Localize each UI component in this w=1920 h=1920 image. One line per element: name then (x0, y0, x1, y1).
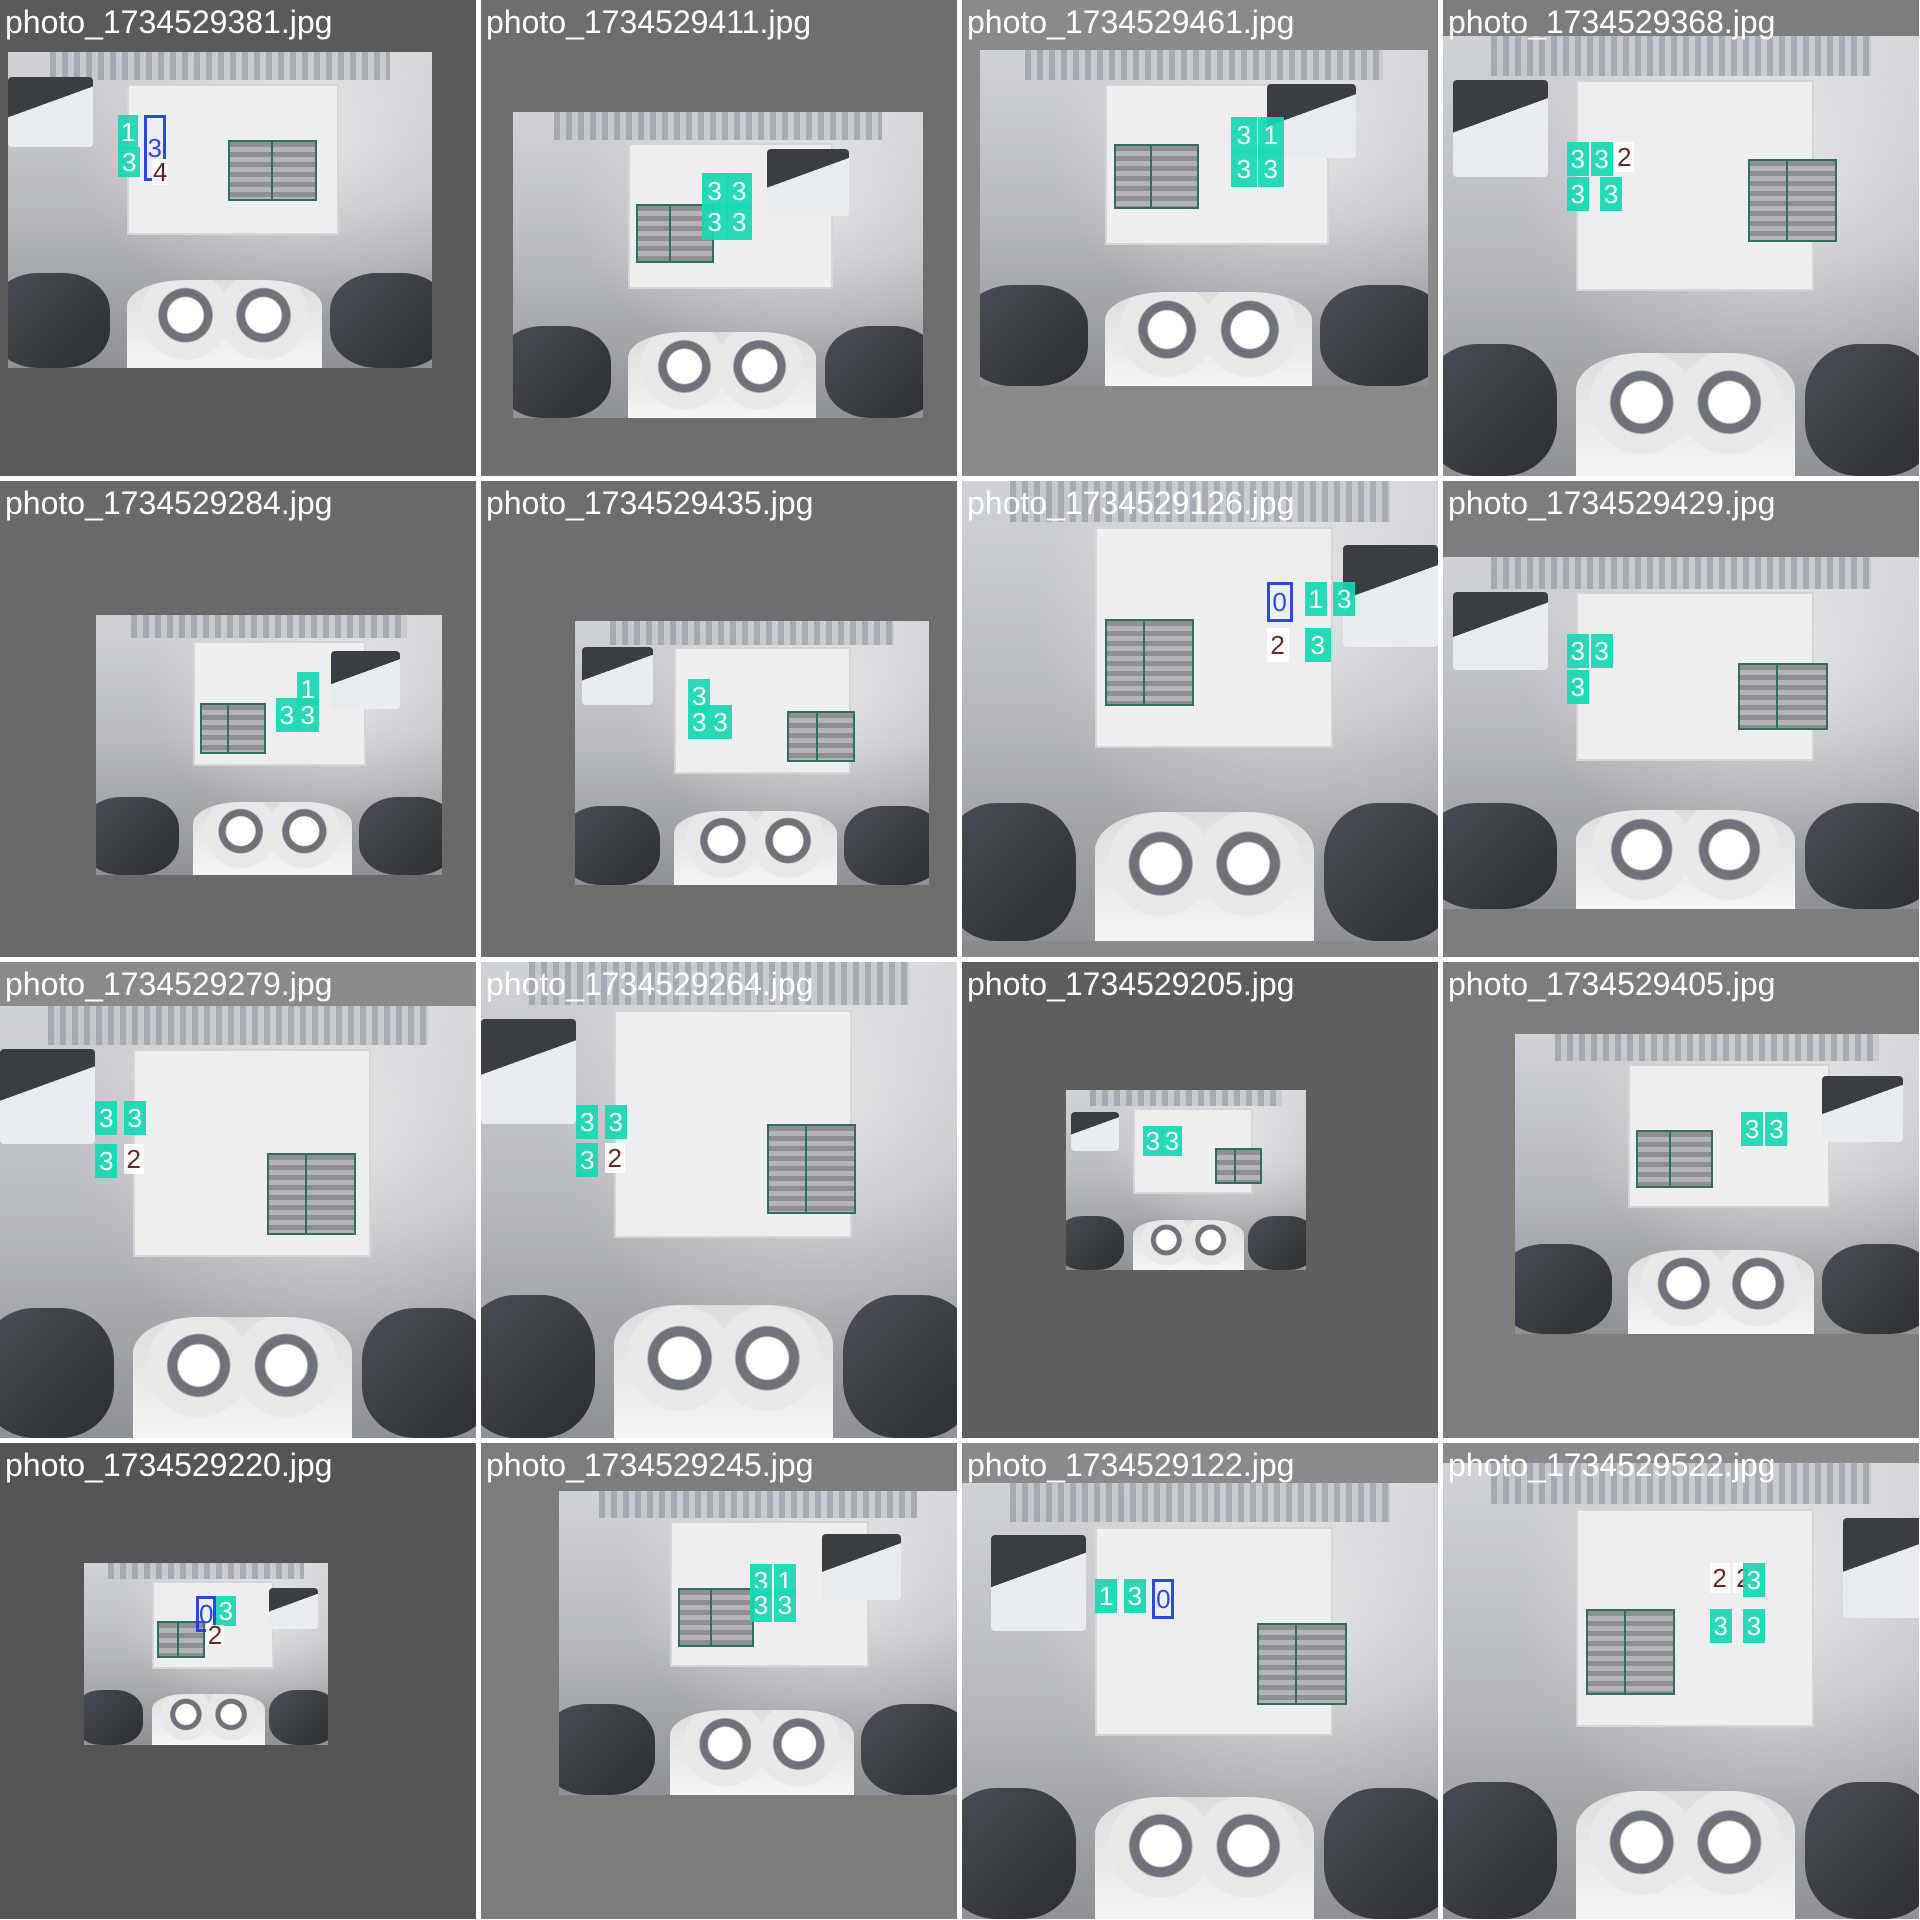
detection-box: 1 (118, 115, 139, 150)
detection-box: 3 (1590, 141, 1613, 176)
detection-box: 4 (152, 159, 169, 186)
detection-box: 3 (275, 698, 298, 733)
detection-box: 3 (1765, 1112, 1788, 1146)
photo: 3 3 3 (1443, 557, 1919, 909)
photo: 3 1 3 3 (980, 50, 1428, 386)
image-filename: photo_1734529411.jpg (486, 4, 812, 40)
image-tile[interactable]: 1 3 0 photo_1734529122.jpg (962, 1443, 1438, 1919)
image-tile[interactable]: 3 3 3 photo_1734529435.jpg (481, 481, 957, 957)
detection-box: 3 (1304, 628, 1331, 663)
image-tile[interactable]: 1 3 3 4 photo_1734529381.jpg (0, 0, 476, 476)
image-tile[interactable]: 1 3 3 photo_1734529284.jpg (0, 481, 476, 957)
detection-box: 2 (1709, 1563, 1730, 1594)
image-filename: photo_1734529429.jpg (1448, 485, 1776, 521)
detection-box: 3 (709, 705, 732, 740)
detection-box: 3 (1566, 634, 1589, 669)
image-filename: photo_1734529405.jpg (1448, 966, 1776, 1002)
detection-box: 3 (1230, 150, 1257, 187)
detection-box: 3 (726, 203, 753, 240)
detection-box: 3 (95, 1101, 118, 1136)
detection-box: 3 (1741, 1112, 1764, 1146)
detection-box: 3 (296, 698, 319, 733)
detection-box: 3 (1742, 1608, 1765, 1643)
photo: 3 3 (1515, 1034, 1919, 1334)
image-filename: photo_1734529126.jpg (967, 485, 1295, 521)
image-filename: photo_1734529435.jpg (486, 485, 814, 521)
photo: 0 1 3 2 3 (962, 481, 1438, 941)
image-tile[interactable]: 0 1 3 2 3 photo_1734529126.jpg (962, 481, 1438, 957)
photo: 2 2 3 3 3 (1443, 1463, 1919, 1919)
detection-box: 3 (1566, 141, 1589, 176)
image-tile[interactable]: 3 3 3 3 photo_1734529411.jpg (481, 0, 957, 476)
image-filename: photo_1734529522.jpg (1448, 1447, 1776, 1483)
detection-box: 3 (1230, 117, 1257, 154)
detection-box: 3 (773, 1588, 796, 1623)
detection-box: 3 (750, 1588, 773, 1623)
photo: 3 3 3 2 (481, 962, 957, 1438)
photo: 1 3 3 4 (8, 52, 432, 368)
photo: 3 1 3 3 (559, 1491, 957, 1795)
photo: 3 3 3 2 (0, 1006, 476, 1438)
detection-box: 3 (95, 1144, 118, 1179)
image-filename: photo_1734529381.jpg (5, 4, 333, 40)
detection-box: 0 (1267, 582, 1293, 622)
detection-box: 3 (576, 1104, 599, 1139)
image-tile[interactable]: 3 3 3 photo_1734529429.jpg (1443, 481, 1919, 957)
image-tile[interactable]: 3 1 3 3 photo_1734529461.jpg (962, 0, 1438, 476)
detection-box: 0 (1152, 1579, 1174, 1619)
image-filename: photo_1734529205.jpg (967, 966, 1295, 1002)
detection-box: 3 (1257, 150, 1284, 187)
detection-box: 3 (1162, 1126, 1182, 1156)
detection-box: 3 (688, 705, 711, 740)
photo: 3 3 3 (575, 621, 929, 885)
image-tile[interactable]: 2 2 3 3 3 photo_1734529522.jpg (1443, 1443, 1919, 1919)
detection-box: 2 (604, 1142, 625, 1173)
detection-box: 2 (1266, 628, 1289, 663)
detection-box: 3 (1123, 1578, 1146, 1613)
detection-box: 3 (1566, 669, 1589, 704)
image-filename: photo_1734529368.jpg (1448, 4, 1776, 40)
image-filename: photo_1734529245.jpg (486, 1447, 814, 1483)
photo: 3 3 (1066, 1090, 1306, 1270)
detection-box: 3 (1600, 176, 1623, 211)
image-tile[interactable]: 3 3 photo_1734529205.jpg (962, 962, 1438, 1438)
detection-box: 3 (1142, 1126, 1163, 1156)
photo: 3 3 2 3 3 (1443, 36, 1919, 476)
detection-box: 3 (701, 203, 728, 240)
detection-box: 1 (1304, 582, 1327, 617)
image-filename: photo_1734529284.jpg (5, 485, 333, 521)
detection-box: 3 (576, 1142, 599, 1177)
detection-box: 1 (1257, 117, 1284, 154)
photo: 3 3 3 3 (513, 112, 923, 418)
detection-box: 2 (206, 1624, 224, 1645)
image-filename: photo_1734529122.jpg (967, 1447, 1295, 1483)
photo: 0 3 2 (84, 1563, 328, 1745)
detection-box: 1 (1095, 1578, 1118, 1613)
detection-box: 3 (1590, 634, 1613, 669)
photo: 1 3 0 (962, 1483, 1438, 1919)
detection-box: 3 (1742, 1563, 1765, 1598)
image-tile[interactable]: 3 1 3 3 photo_1734529245.jpg (481, 1443, 957, 1919)
image-tile[interactable]: 0 3 2 photo_1734529220.jpg (0, 1443, 476, 1919)
image-tile[interactable]: 3 3 photo_1734529405.jpg (1443, 962, 1919, 1438)
image-tile[interactable]: 3 3 3 2 photo_1734529279.jpg (0, 962, 476, 1438)
image-filename: photo_1734529461.jpg (967, 4, 1295, 40)
image-filename: photo_1734529220.jpg (5, 1447, 333, 1483)
detection-box: 2 (123, 1144, 144, 1175)
detection-box: 3 (1333, 582, 1356, 617)
detection-box: 2 (1614, 141, 1635, 172)
detection-box: 3 (604, 1104, 627, 1139)
detection-box: 3 (215, 1595, 236, 1626)
image-grid: 1 3 3 4 photo_1734529381.jpg 3 3 3 3 pho… (0, 0, 1920, 1920)
detection-box: 3 (1709, 1608, 1732, 1643)
image-tile[interactable]: 3 3 3 2 photo_1734529264.jpg (481, 962, 957, 1438)
image-tile[interactable]: 3 3 2 3 3 photo_1734529368.jpg (1443, 0, 1919, 476)
detection-box: 3 (118, 146, 141, 177)
image-filename: photo_1734529279.jpg (5, 966, 333, 1002)
image-filename: photo_1734529264.jpg (486, 966, 814, 1002)
detection-box: 3 (123, 1101, 146, 1136)
photo: 1 3 3 (96, 615, 442, 875)
detection-box: 3 (1566, 176, 1589, 211)
